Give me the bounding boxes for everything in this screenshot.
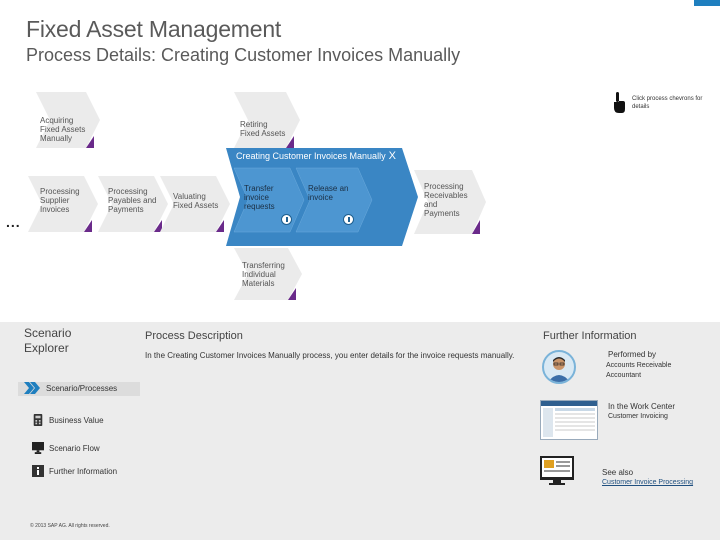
work-center-thumbnail[interactable] [540,400,598,440]
step-info-button[interactable] [281,214,292,225]
step-info-button[interactable] [343,214,354,225]
explorer-title-line2: Explorer [24,341,69,355]
chevron-label: Processing Payables and Payments [108,187,157,214]
process-description-title: Process Description [145,330,243,342]
step-transfer-invoice-requests[interactable]: Transfer invoice requests [244,184,294,214]
chevron-transferring-individual-materials[interactable]: Transferring Individual Materials [234,248,302,300]
more-processes-indicator[interactable]: ... [6,214,21,230]
chevron-label: Processing Supplier Invoices [40,187,80,214]
chevron-label: Valuating Fixed Assets [173,192,219,210]
calculator-icon [33,414,43,426]
scenario-explorer-title: Scenario Explorer [24,326,71,356]
copyright-text: © 2013 SAP AG. All rights reserved. [30,523,110,529]
further-information-title: Further Information [543,330,637,342]
process-description-text: In the Creating Customer Invoices Manual… [145,351,515,360]
explorer-title-line1: Scenario [24,326,72,340]
chevron-label: Retiring Fixed Assets [240,120,286,138]
active-process-title: Creating Customer Invoices Manually X [236,150,396,166]
click-hint-text: Click process chevrons for details [632,96,703,110]
hand-pointer-icon [614,92,625,113]
chevron-label: Processing Receivables and Payments [424,182,468,218]
see-also-label: See also [602,468,634,477]
chevron-acquiring-fixed-assets[interactable]: Acquiring Fixed Assets Manually [36,92,100,148]
step-label: Release an invoice [308,184,349,202]
chevron-processing-payables-payments[interactable]: Processing Payables and Payments [98,176,168,232]
accountant-avatar [542,350,576,384]
close-process-button[interactable]: X [389,150,396,162]
chevron-valuating-fixed-assets[interactable]: Valuating Fixed Assets [160,176,230,232]
click-hint: Click process chevrons for details [612,92,712,114]
chevron-processing-supplier-invoices[interactable]: Processing Supplier Invoices [28,176,98,232]
chevron-processing-receivables-payments[interactable]: Processing Receivables and Payments [414,170,486,234]
nav-label: Scenario/Processes [46,384,118,393]
top-bar [0,0,720,8]
document-monitor-icon [540,456,574,485]
see-also-link[interactable]: Customer Invoice Processing [602,479,693,486]
work-center-value: Customer Invoicing [608,413,668,420]
performed-by-value: Accounts Receivable Accountant [606,362,672,379]
chevron-label: Transferring Individual Materials [242,261,285,288]
page-subtitle: Process Details: Creating Customer Invoi… [26,45,461,65]
performed-by-label: Performed by [608,350,657,359]
nav-label: Further Information [49,467,118,476]
chevron-retiring-fixed-assets[interactable]: Retiring Fixed Assets [234,92,300,148]
work-center-label: In the Work Center [608,402,675,411]
chevron-label: Acquiring Fixed Assets Manually [40,116,86,143]
active-process-label: Creating Customer Invoices Manually [236,151,386,161]
double-chevron-icon [24,382,40,394]
monitor-icon [32,442,44,454]
top-accent [694,0,720,6]
page-title: Fixed Asset Management [26,16,282,42]
step-label: Transfer invoice requests [244,184,275,211]
nav-label: Scenario Flow [49,444,100,453]
step-release-invoice[interactable]: Release an invoice [308,184,358,214]
info-icon [32,465,44,477]
nav-label: Business Value [49,416,104,425]
